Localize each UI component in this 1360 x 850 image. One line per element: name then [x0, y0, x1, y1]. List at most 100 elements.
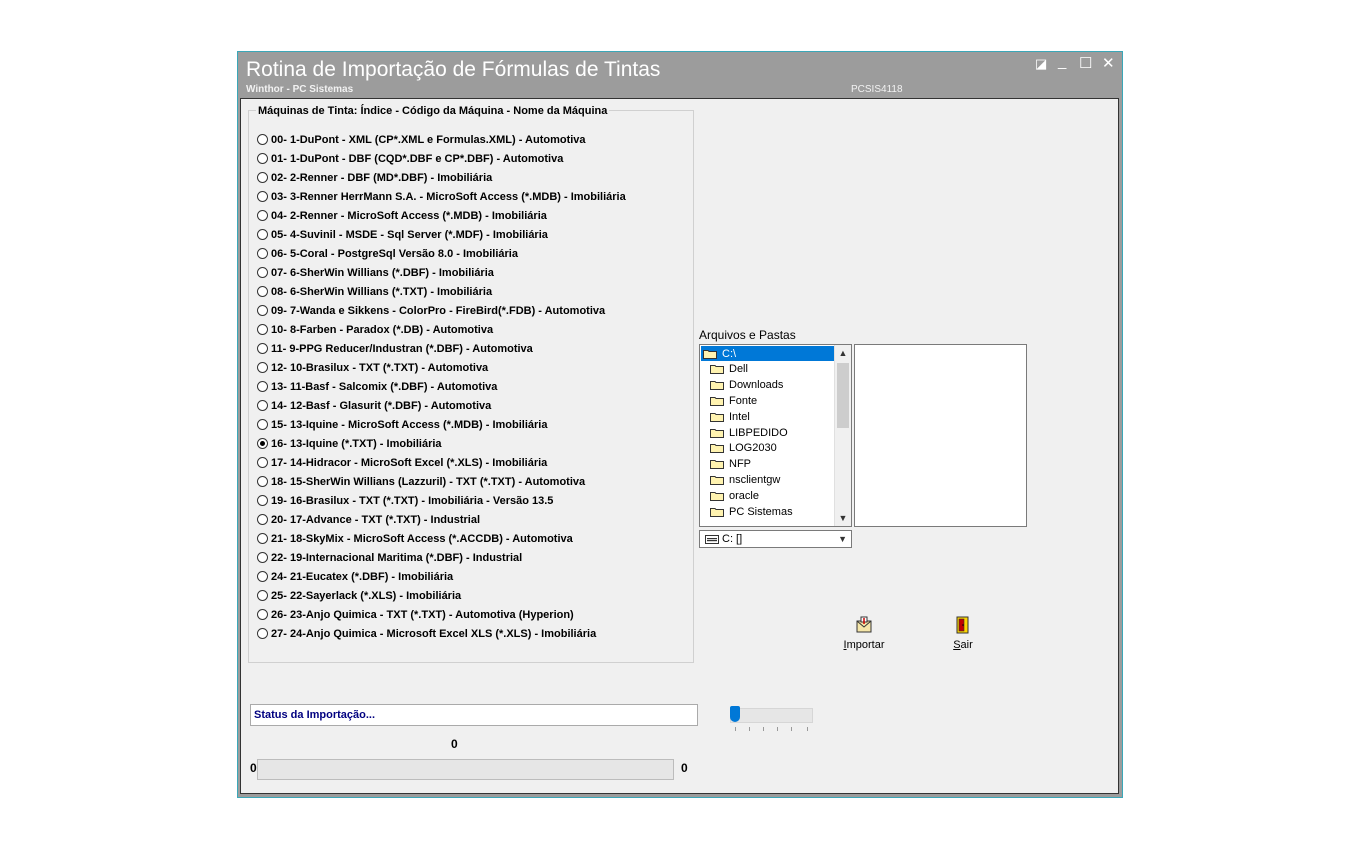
radio-button[interactable]: [257, 400, 268, 411]
machine-option[interactable]: 27- 24-Anjo Quimica - Microsoft Excel XL…: [257, 625, 596, 642]
maximize-button[interactable]: ☐: [1079, 56, 1092, 72]
machine-option-label: 00- 1-DuPont - XML (CP*.XML e Formulas.X…: [271, 133, 586, 146]
exit-button[interactable]: Sair: [938, 616, 988, 656]
machine-option[interactable]: 04- 2-Renner - MicroSoft Access (*.MDB) …: [257, 207, 547, 224]
directory-item[interactable]: NFP: [701, 457, 834, 472]
machine-option[interactable]: 08- 6-SherWin Willians (*.TXT) - Imobili…: [257, 283, 492, 300]
slider-tick: [735, 727, 736, 731]
machine-option[interactable]: 22- 19-Internacional Maritima (*.DBF) - …: [257, 549, 522, 566]
folder-icon: [710, 507, 724, 517]
machine-option-label: 09- 7-Wanda e Sikkens - ColorPro - FireB…: [271, 304, 606, 317]
radio-button[interactable]: [257, 210, 268, 221]
machine-option[interactable]: 14- 12-Basf - Glasurit (*.DBF) - Automot…: [257, 397, 491, 414]
machine-option[interactable]: 10- 8-Farben - Paradox (*.DB) - Automoti…: [257, 321, 493, 338]
exit-label: Sair: [953, 639, 973, 651]
directory-list[interactable]: PC Sistemas oracle nsclientgw NFP LOG2030 LIB…: [699, 344, 852, 527]
directory-item[interactable]: PC Sistemas: [701, 504, 834, 519]
machine-option-label: 01- 1-DuPont - DBF (CQD*.DBF e CP*.DBF) …: [271, 152, 564, 165]
machine-option[interactable]: 00- 1-DuPont - XML (CP*.XML e Formulas.X…: [257, 131, 586, 148]
machine-option[interactable]: 25- 22-Sayerlack (*.XLS) - Imobiliária: [257, 587, 461, 604]
radio-button[interactable]: [257, 476, 268, 487]
directory-item[interactable]: oracle: [701, 488, 834, 503]
directory-item-label: oracle: [729, 489, 759, 502]
radio-button[interactable]: [257, 495, 268, 506]
machine-option-label: 06- 5-Coral - PostgreSql Versão 8.0 - Im…: [271, 247, 518, 260]
progress-max: 0: [681, 761, 688, 775]
directory-item-label: LIBPEDIDO: [729, 426, 788, 439]
radio-button[interactable]: [257, 419, 268, 430]
chevron-down-icon[interactable]: ▼: [838, 531, 847, 547]
radio-button[interactable]: [257, 134, 268, 145]
directory-scrollbar[interactable]: ▲ ▼: [834, 345, 851, 526]
radio-button[interactable]: [257, 153, 268, 164]
directory-item[interactable]: nsclientgw: [701, 472, 834, 487]
radio-button[interactable]: [257, 191, 268, 202]
radio-button[interactable]: [257, 362, 268, 373]
radio-button[interactable]: [257, 267, 268, 278]
machine-option-label: 25- 22-Sayerlack (*.XLS) - Imobiliária: [271, 589, 462, 602]
machine-option[interactable]: 26- 23-Anjo Quimica - TXT (*.TXT) - Auto…: [257, 606, 574, 623]
close-button[interactable]: ✕: [1102, 56, 1115, 72]
machine-option[interactable]: 21- 18-SkyMix - MicroSoft Access (*.ACCD…: [257, 530, 573, 547]
slider-thumb[interactable]: [730, 706, 740, 722]
radio-button[interactable]: [257, 457, 268, 468]
import-button[interactable]: Importar: [839, 616, 889, 656]
machine-option-label: 22- 19-Internacional Maritima (*.DBF) - …: [271, 551, 523, 564]
machine-option[interactable]: 09- 7-Wanda e Sikkens - ColorPro - FireB…: [257, 302, 605, 319]
title-bar[interactable]: Rotina de Importação de Fórmulas de Tint…: [238, 52, 1122, 98]
machine-option[interactable]: 17- 14-Hidracor - MicroSoft Excel (*.XLS…: [257, 454, 547, 471]
minimize-button[interactable]: _: [1058, 54, 1066, 70]
radio-button[interactable]: [257, 305, 268, 316]
machine-option[interactable]: 03- 3-Renner HerrMann S.A. - MicroSoft A…: [257, 188, 626, 205]
radio-button[interactable]: [257, 324, 268, 335]
directory-root[interactable]: C:\: [701, 346, 834, 361]
directory-item[interactable]: Fonte: [701, 393, 834, 408]
radio-button[interactable]: [257, 248, 268, 259]
radio-button[interactable]: [257, 229, 268, 240]
radio-button[interactable]: [257, 438, 268, 449]
machine-option[interactable]: 15- 13-Iquine - MicroSoft Access (*.MDB)…: [257, 416, 547, 433]
radio-button[interactable]: [257, 533, 268, 544]
scroll-thumb[interactable]: [837, 363, 849, 428]
radio-button[interactable]: [257, 628, 268, 639]
machine-option[interactable]: 07- 6-SherWin Willians (*.DBF) - Imobili…: [257, 264, 494, 281]
radio-button[interactable]: [257, 286, 268, 297]
machine-option-label: 20- 17-Advance - TXT (*.TXT) - Industria…: [271, 513, 481, 526]
machine-option[interactable]: 01- 1-DuPont - DBF (CQD*.DBF e CP*.DBF) …: [257, 150, 563, 167]
radio-button[interactable]: [257, 514, 268, 525]
radio-button[interactable]: [257, 172, 268, 183]
machine-option[interactable]: 16- 13-Iquine (*.TXT) - Imobiliária: [257, 435, 442, 452]
radio-button[interactable]: [257, 571, 268, 582]
file-list[interactable]: [854, 344, 1027, 527]
radio-button[interactable]: [257, 590, 268, 601]
slider-track[interactable]: [730, 708, 813, 723]
machine-option[interactable]: 24- 21-Eucatex (*.DBF) - Imobiliária: [257, 568, 453, 585]
machine-option[interactable]: 18- 15-SherWin Willians (Lazzuril) - TXT…: [257, 473, 585, 490]
machine-option[interactable]: 19- 16-Brasilux - TXT (*.TXT) - Imobiliá…: [257, 492, 553, 509]
machine-option[interactable]: 13- 11-Basf - Salcomix (*.DBF) - Automot…: [257, 378, 497, 395]
scroll-up-icon[interactable]: ▲: [835, 345, 851, 361]
radio-button[interactable]: [257, 343, 268, 354]
directory-item[interactable]: LIBPEDIDO: [701, 425, 834, 440]
machine-option[interactable]: 02- 2-Renner - DBF (MD*.DBF) - Imobiliár…: [257, 169, 492, 186]
radio-button[interactable]: [257, 381, 268, 392]
machine-option-label: 04- 2-Renner - MicroSoft Access (*.MDB) …: [271, 209, 547, 222]
directory-item-label: nsclientgw: [729, 473, 781, 486]
scroll-down-icon[interactable]: ▼: [835, 510, 851, 526]
directory-item[interactable]: Downloads: [701, 378, 834, 393]
machine-option[interactable]: 12- 10-Brasilux - TXT (*.TXT) - Automoti…: [257, 359, 488, 376]
machine-option[interactable]: 05- 4-Suvinil - MSDE - Sql Server (*.MDF…: [257, 226, 548, 243]
directory-item[interactable]: Intel: [701, 409, 834, 424]
directory-item[interactable]: Dell: [701, 362, 834, 377]
machine-option[interactable]: 11- 9-PPG Reducer/Industran (*.DBF) - Au…: [257, 340, 533, 357]
radio-button[interactable]: [257, 609, 268, 620]
directory-item[interactable]: LOG2030: [701, 441, 834, 456]
restore-icon[interactable]: ◪: [1035, 56, 1047, 72]
radio-button[interactable]: [257, 552, 268, 563]
machine-option-label: 19- 16-Brasilux - TXT (*.TXT) - Imobiliá…: [271, 494, 554, 507]
machine-option-label: 24- 21-Eucatex (*.DBF) - Imobiliária: [271, 570, 454, 583]
window-subtitle: Winthor - PC Sistemas: [246, 84, 354, 95]
machine-option[interactable]: 20- 17-Advance - TXT (*.TXT) - Industria…: [257, 511, 480, 528]
machine-option[interactable]: 06- 5-Coral - PostgreSql Versão 8.0 - Im…: [257, 245, 518, 262]
drive-select[interactable]: C: [] ▼: [699, 530, 852, 548]
